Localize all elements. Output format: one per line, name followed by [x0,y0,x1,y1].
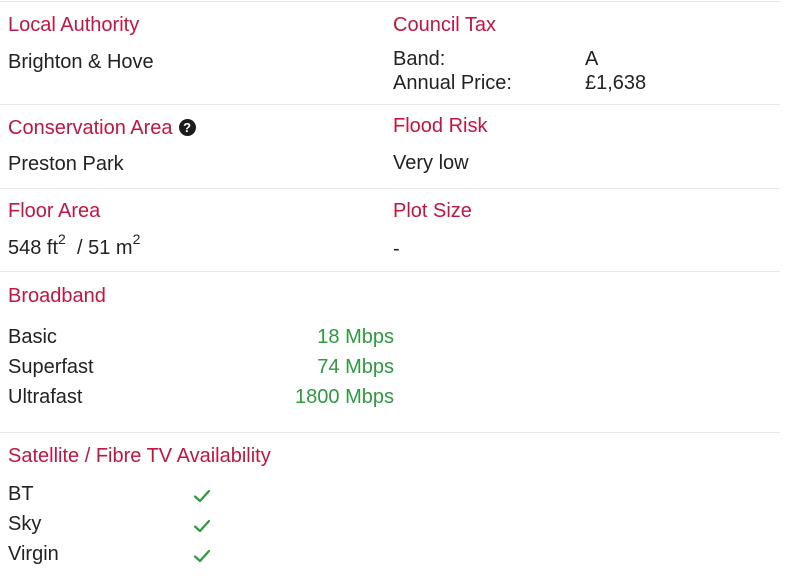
conservation-area-label-text: Conservation Area [8,117,173,139]
council-tax-label: Council Tax [393,14,497,36]
floor-area-m-exponent: 2 [132,231,141,247]
council-tax-price-value: £1,638 [585,72,647,94]
flood-risk-label: Flood Risk [393,115,488,137]
section-divider [0,271,780,272]
local-authority-label: Local Authority [8,14,140,36]
help-icon[interactable]: ? [178,119,196,136]
floor-area-m: 51 m [88,237,133,259]
floor-area-value: 548 ft2 / 51 m2 [8,232,140,260]
conservation-area-value: Preston Park [8,153,124,175]
council-tax-band-label: Band: [393,48,446,70]
conservation-area-label: Conservation Area? [8,116,196,140]
tv-provider-name: Sky [8,513,42,535]
broadband-row-name: Superfast [8,356,94,378]
check-icon [192,546,212,566]
floor-area-ft-exponent: 2 [58,231,66,247]
broadband-label: Broadband [8,285,106,307]
floor-area-ft: 548 ft [8,237,59,259]
flood-risk-value: Very low [393,152,469,174]
plot-size-label: Plot Size [393,200,472,222]
floor-area-separator: / [76,237,83,259]
tv-provider-name: Virgin [8,543,59,565]
top-divider [0,1,780,2]
section-divider [0,104,780,105]
check-icon [192,516,212,536]
tv-provider-name: BT [8,483,34,505]
broadband-row-speed: 18 Mbps [317,326,394,348]
floor-area-label: Floor Area [8,200,101,222]
tv-availability-label: Satellite / Fibre TV Availability [8,445,271,467]
council-tax-band-value: A [585,48,599,70]
council-tax-price-label: Annual Price: [393,72,512,94]
check-icon [192,486,212,506]
broadband-row-name: Ultrafast [8,386,83,408]
plot-size-value: - [393,238,400,260]
section-divider [0,188,780,189]
section-divider [0,432,780,433]
broadband-row-name: Basic [8,326,57,348]
broadband-row-speed: 1800 Mbps [295,386,394,408]
broadband-row-speed: 74 Mbps [317,356,394,378]
local-authority-value: Brighton & Hove [8,51,154,73]
